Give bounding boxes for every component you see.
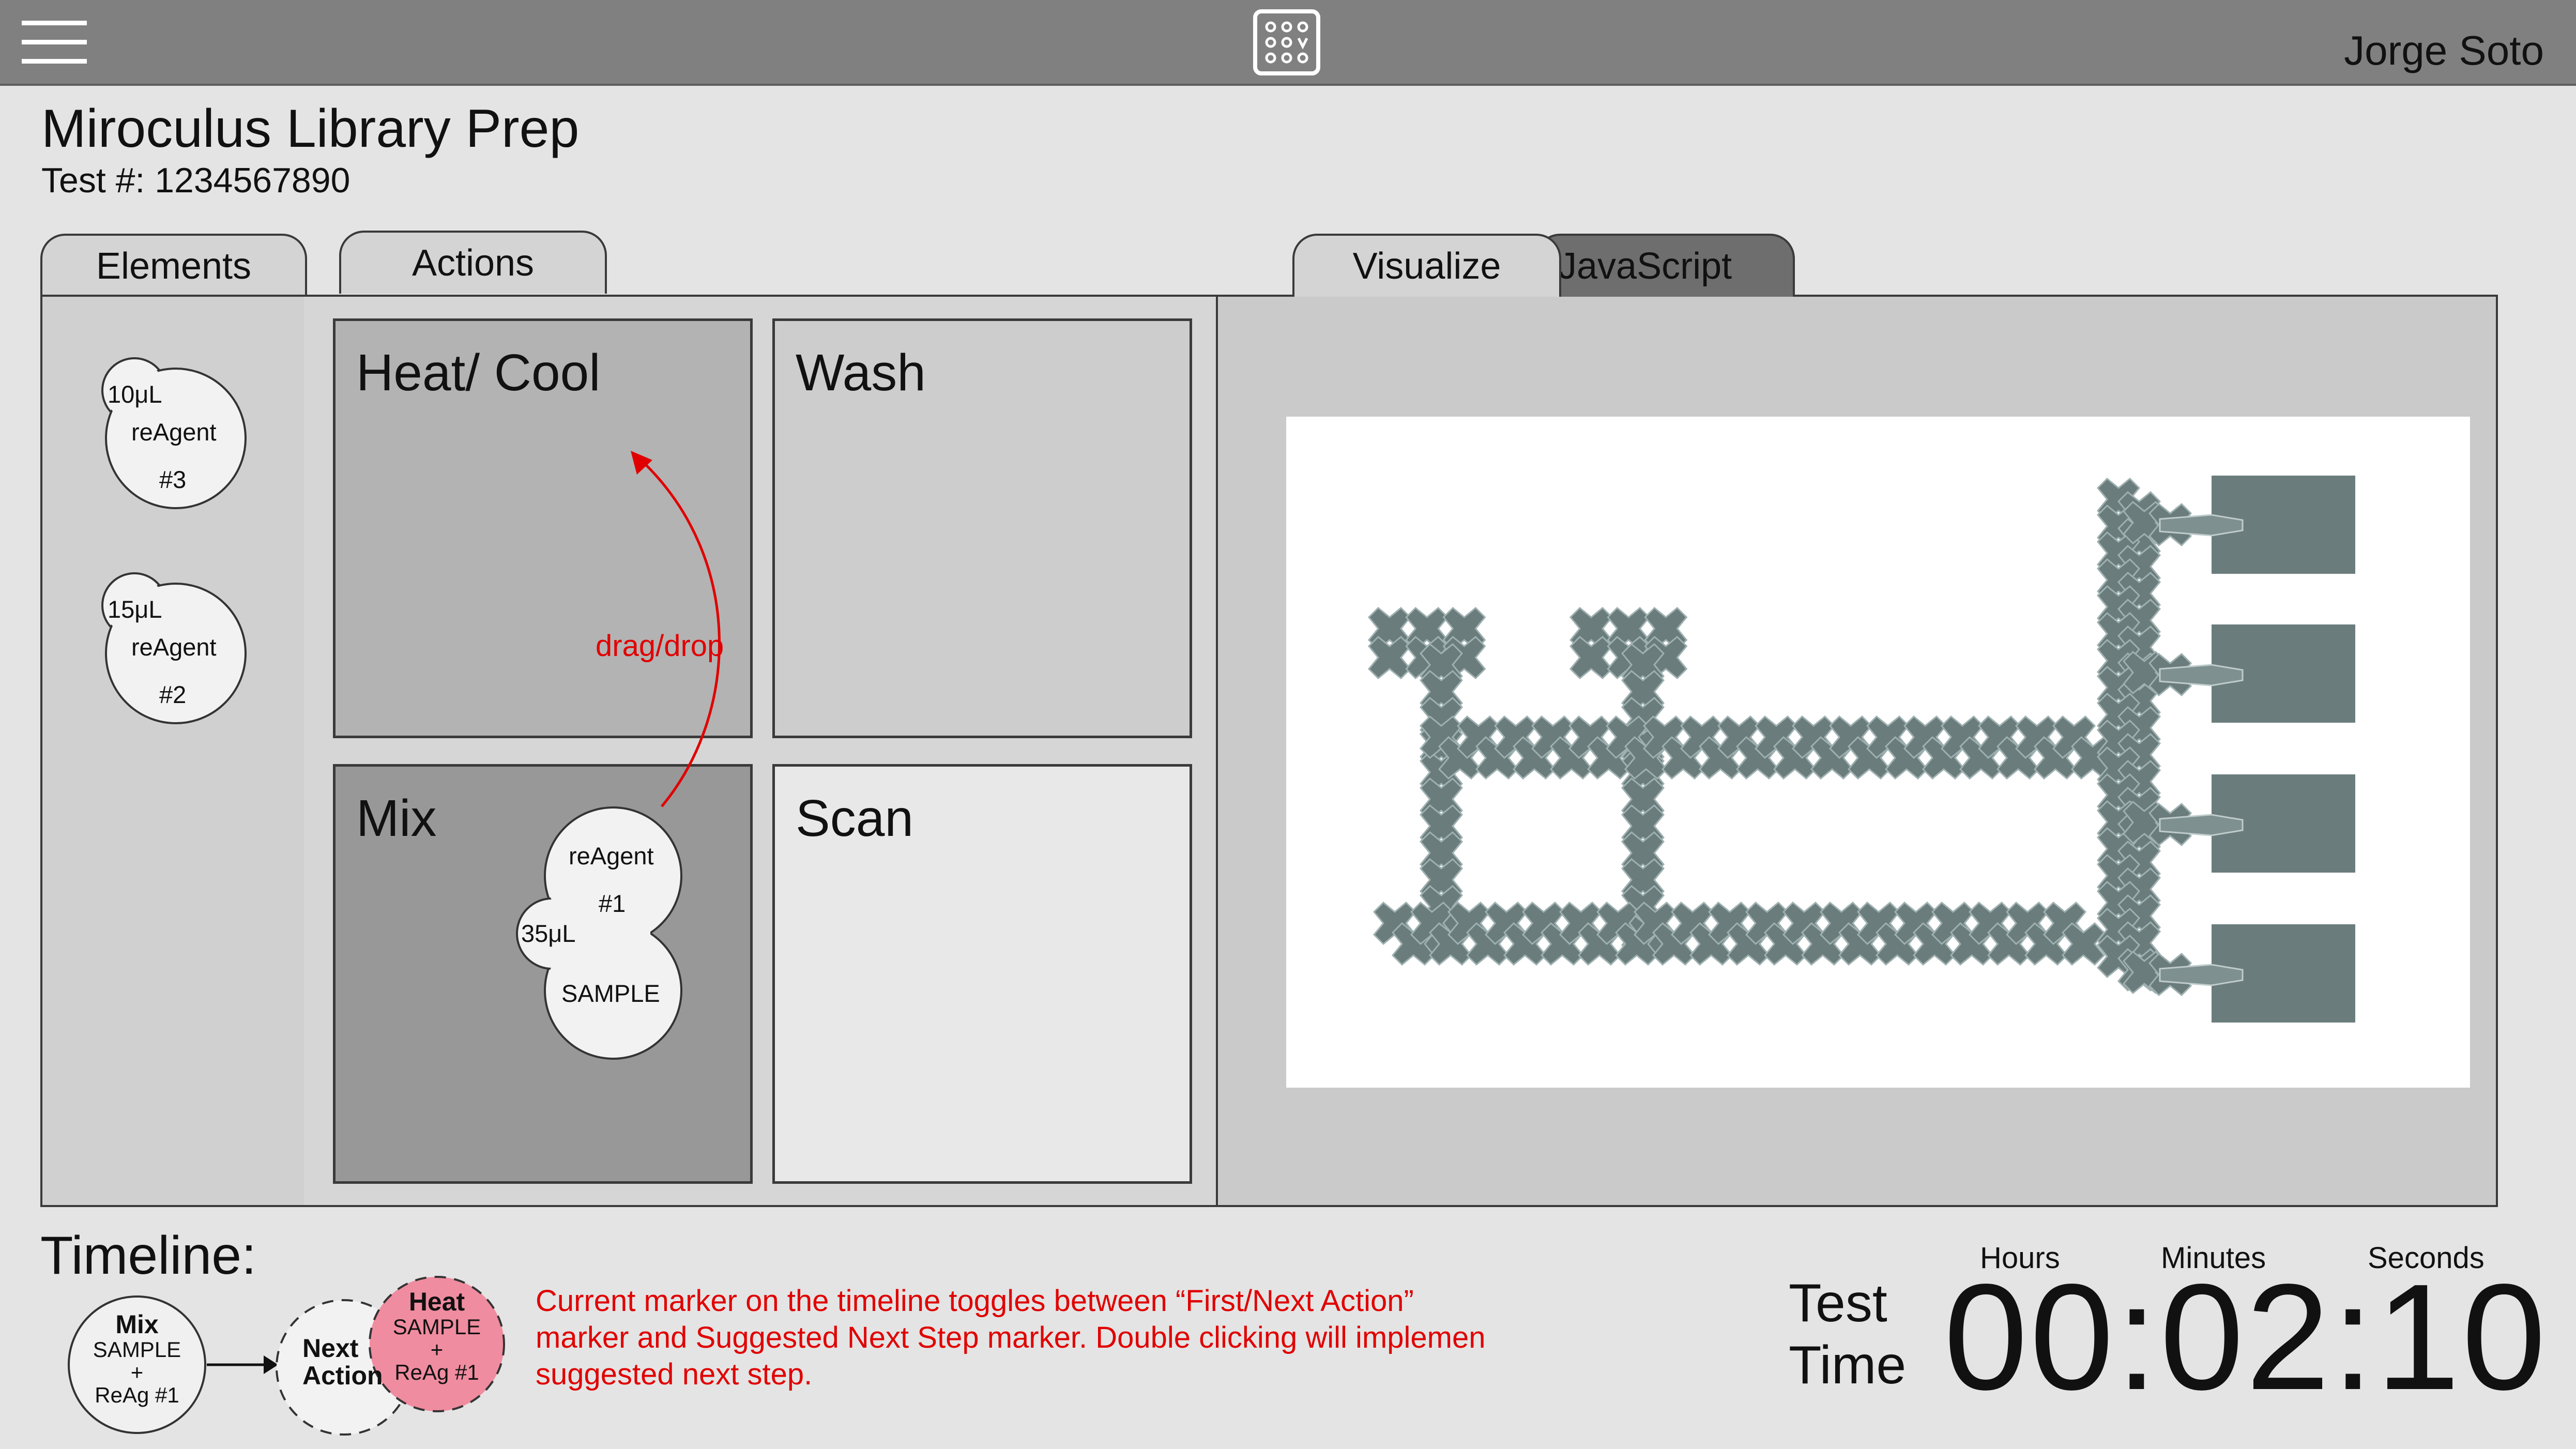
action-card-wash[interactable]: Wash xyxy=(772,318,1192,738)
tab-elements[interactable]: Elements xyxy=(40,234,307,297)
step-line: + xyxy=(130,1360,144,1384)
test-time-label: Test Time xyxy=(1789,1273,1906,1396)
step-line: ReAg #1 xyxy=(394,1360,479,1384)
hamburger-menu-icon[interactable] xyxy=(22,19,87,66)
electrode[interactable] xyxy=(1368,636,1411,679)
action-title: Scan xyxy=(796,789,913,847)
mixed-droplet[interactable]: reAgent #1 35μL SAMPLE xyxy=(500,799,692,1068)
reagent-bubble-3[interactable]: 10μL reAgent #3 xyxy=(87,352,247,517)
tab-javascript[interactable]: JavaScript xyxy=(1535,234,1795,297)
next-action-line: Action xyxy=(302,1361,383,1390)
droplet-volume: 35μL xyxy=(521,920,576,947)
timeline-suggested-step-heat[interactable]: Heat SAMPLE + ReAg #1 xyxy=(377,1288,496,1384)
timeline-annotation: Current marker on the timeline toggles b… xyxy=(536,1284,1486,1391)
reagent-volume: 10μL xyxy=(108,380,162,408)
test-timer-display: 00:02:10 xyxy=(1944,1253,2548,1421)
timeline-next-action-marker[interactable]: Next Action xyxy=(302,1335,385,1389)
step-line: SAMPLE xyxy=(392,1314,481,1339)
step-title: Heat xyxy=(408,1287,465,1316)
test-time-label-line: Time xyxy=(1789,1335,1907,1395)
chip-electrode-visualization[interactable] xyxy=(1286,417,2470,1088)
drag-drop-hint: drag/drop xyxy=(596,629,724,663)
reagent-bubble-2[interactable]: 15μL reAgent #2 xyxy=(87,567,247,732)
reagent-name: reAgent xyxy=(131,418,217,446)
step-line: ReAg #1 xyxy=(95,1382,179,1407)
timeline-step-mix[interactable]: Mix SAMPLE + ReAg #1 xyxy=(78,1311,196,1407)
test-time-label-line: Test xyxy=(1789,1273,1887,1333)
droplet-reagent: reAgent xyxy=(569,842,654,870)
tab-visualize[interactable]: Visualize xyxy=(1292,234,1561,297)
step-line: SAMPLE xyxy=(93,1337,181,1362)
step-title: Mix xyxy=(115,1310,159,1339)
step-line: + xyxy=(430,1337,444,1362)
electrode[interactable] xyxy=(1569,636,1613,679)
chip-grid-icon[interactable] xyxy=(1253,9,1320,75)
user-name[interactable]: Jorge Soto xyxy=(2344,27,2544,74)
next-action-line: Next xyxy=(302,1334,359,1363)
tab-actions[interactable]: Actions xyxy=(339,231,607,294)
action-title: Heat/ Cool xyxy=(356,344,601,402)
droplet-sample: SAMPLE xyxy=(561,980,660,1007)
reagent-number: #3 xyxy=(159,466,187,493)
test-number: Test #: 1234567890 xyxy=(41,161,350,200)
top-bar: Jorge Soto xyxy=(0,0,2576,86)
action-title: Mix xyxy=(356,789,437,847)
page-title: Miroculus Library Prep xyxy=(41,99,580,159)
reagent-number: #2 xyxy=(159,681,187,708)
reagent-name: reAgent xyxy=(131,633,217,661)
action-card-scan[interactable]: Scan xyxy=(772,764,1192,1184)
action-title: Wash xyxy=(796,344,926,402)
droplet-reagent-number: #1 xyxy=(599,890,626,917)
reagent-volume: 15μL xyxy=(108,596,162,623)
